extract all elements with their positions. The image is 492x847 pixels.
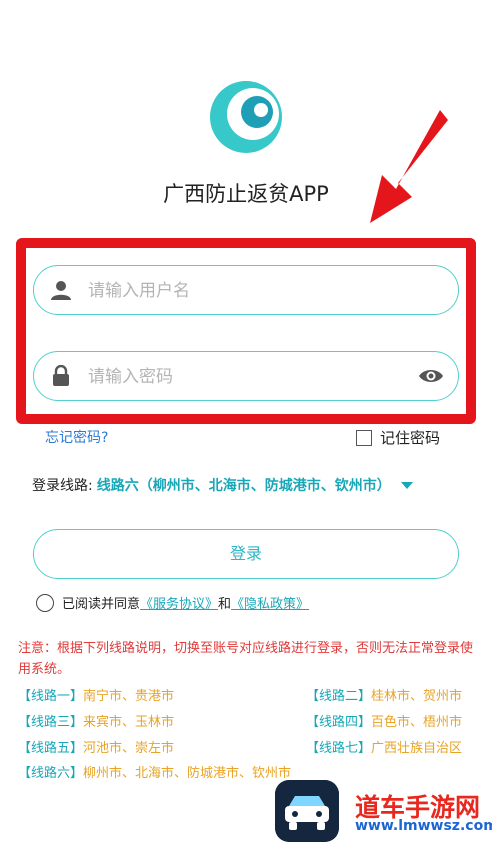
route-cities: 河池市、崇左市 — [83, 741, 175, 756]
username-field-wrapper[interactable] — [33, 265, 459, 315]
route-cities: 柳州市、北海市、防城港市、钦州市 — [83, 766, 292, 781]
forgot-password-link[interactable]: 忘记密码? — [45, 427, 108, 447]
route-item: 【线路四】百色市、梧州市 — [306, 711, 462, 730]
route-item: 【线路三】来宾市、玉林市 — [18, 711, 174, 730]
remember-password-toggle[interactable]: 记住密码 — [356, 427, 440, 448]
app-logo — [210, 81, 282, 153]
agreement-row: 已阅读并同意 《服务协议》 和 《隐私政策》 — [36, 593, 309, 612]
agree-radio[interactable] — [36, 593, 54, 612]
route-tag: 【线路二】 — [306, 689, 372, 704]
route-selector[interactable]: 登录线路: 线路六（柳州市、北海市、防城港市、钦州市） — [32, 475, 413, 495]
notice-text: 注意：根据下列线路说明，切换至账号对应线路进行登录，否则无法正常登录使用系统。 — [18, 641, 474, 677]
site-watermark: 道车手游网 www.lmwwsz.com — [275, 778, 492, 844]
route-tag: 【线路六】 — [18, 766, 84, 781]
remember-label: 记住密码 — [380, 429, 441, 447]
route-tag: 【线路四】 — [306, 715, 372, 730]
route-item: 【线路一】南宁市、贵港市 — [18, 685, 174, 704]
password-input[interactable] — [86, 352, 390, 401]
eye-icon[interactable] — [418, 366, 444, 386]
route-item: 【线路七】广西壮族自治区 — [306, 737, 462, 756]
service-agreement-link[interactable]: 《服务协议》 — [140, 593, 218, 612]
route-item: 【线路六】柳州市、北海市、防城港市、钦州市 — [18, 762, 291, 781]
route-tag: 【线路三】 — [18, 715, 84, 730]
route-cities: 百色市、梧州市 — [371, 715, 463, 730]
car-logo-icon — [275, 780, 339, 842]
route-tag: 【线路一】 — [18, 689, 84, 704]
route-item: 【线路二】桂林市、贺州市 — [306, 685, 462, 704]
login-button[interactable]: 登录 — [33, 529, 459, 579]
caret-down-icon[interactable] — [400, 481, 413, 489]
route-tag: 【线路五】 — [18, 741, 84, 756]
lock-icon — [53, 365, 69, 386]
route-cities: 南宁市、贵港市 — [83, 689, 175, 704]
route-cities: 来宾市、玉林市 — [83, 715, 175, 730]
agree-and: 和 — [218, 597, 232, 612]
route-notice: 注意：根据下列线路说明，切换至账号对应线路进行登录，否则无法正常登录使用系统。 — [18, 638, 478, 680]
username-input[interactable] — [86, 266, 390, 315]
password-field-wrapper[interactable] — [33, 351, 459, 401]
privacy-policy-link[interactable]: 《隐私政策》 — [231, 593, 309, 612]
route-cities: 广西壮族自治区 — [371, 741, 463, 756]
user-icon — [51, 281, 71, 300]
watermark-url: www.lmwwsz.com — [355, 818, 492, 834]
red-arrow-annotation — [370, 110, 448, 223]
route-label: 登录线路: — [32, 478, 93, 494]
route-tag: 【线路七】 — [306, 741, 372, 756]
route-cities: 桂林市、贺州市 — [371, 689, 463, 704]
route-item: 【线路五】河池市、崇左市 — [18, 737, 174, 756]
route-value[interactable]: 线路六（柳州市、北海市、防城港市、钦州市） — [97, 475, 391, 495]
remember-checkbox[interactable] — [356, 429, 372, 446]
agree-prefix: 已阅读并同意 — [62, 597, 141, 612]
